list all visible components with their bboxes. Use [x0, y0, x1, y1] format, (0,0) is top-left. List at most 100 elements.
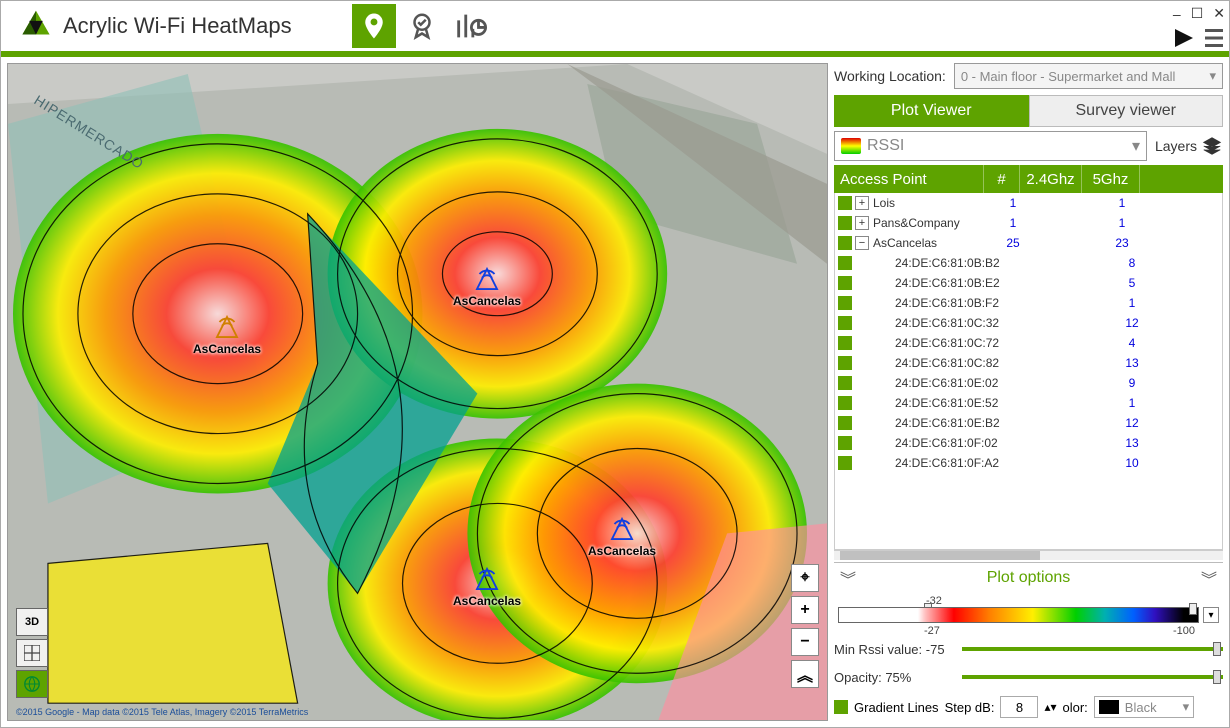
map-collapse-button[interactable]: ︽: [791, 660, 819, 688]
opacity-label: Opacity:: [834, 670, 882, 685]
ap-mac: 24:DE:C6:81:0E:52: [891, 396, 1041, 410]
ap-child-row[interactable]: 24:DE:C6:81:0C:82 13: [835, 353, 1222, 373]
ap-child-row[interactable]: 24:DE:C6:81:0F:02 13: [835, 433, 1222, 453]
map-credits: ©2015 Google - Map data ©2015 Tele Atlas…: [16, 707, 308, 717]
step-db-label: Step dB:: [945, 700, 995, 715]
ap-checkbox[interactable]: [838, 296, 852, 310]
ap-child-row[interactable]: 24:DE:C6:81:0B:B2 8: [835, 253, 1222, 273]
plot-type-select[interactable]: RSSI ▾: [834, 131, 1147, 161]
ap-child-row[interactable]: 24:DE:C6:81:0F:A2 10: [835, 453, 1222, 473]
ap-count: 25: [995, 236, 1031, 250]
ap-checkbox[interactable]: [838, 436, 852, 450]
close-button[interactable]: ✕: [1213, 5, 1225, 22]
opacity-value: 75%: [885, 670, 911, 685]
gradient-lines-checkbox[interactable]: [834, 700, 848, 714]
ap-5ghz: 8: [1103, 256, 1161, 270]
ap-row[interactable]: − AsCancelas 25 23: [835, 233, 1222, 253]
tree-toggle[interactable]: +: [855, 216, 869, 230]
working-location-select[interactable]: 0 - Main floor - Supermarket and Mall▾: [954, 63, 1223, 89]
ap-child-row[interactable]: 24:DE:C6:81:0E:02 9: [835, 373, 1222, 393]
mode-badge-icon[interactable]: [400, 4, 444, 48]
layers-icon: [1201, 135, 1223, 157]
ap-mac: 24:DE:C6:81:0C:32: [891, 316, 1041, 330]
mode-chart-icon[interactable]: [448, 4, 492, 48]
chevron-down-icon: ▾: [1209, 68, 1216, 84]
step-db-input[interactable]: [1000, 696, 1038, 718]
ap-child-row[interactable]: 24:DE:C6:81:0B:F2 1: [835, 293, 1222, 313]
layers-button[interactable]: Layers: [1155, 135, 1223, 157]
gradient-menu-button[interactable]: ▾: [1203, 607, 1219, 623]
plot-options-collapse-right[interactable]: ︾: [1201, 566, 1217, 590]
map-zoom-out-button[interactable]: −: [791, 628, 819, 656]
ap-5ghz: 1: [1093, 196, 1151, 210]
min-rssi-label: Min Rssi value:: [834, 642, 922, 657]
line-color-select[interactable]: Black▾: [1094, 696, 1194, 718]
ap-checkbox[interactable]: [838, 196, 852, 210]
map-grid-button[interactable]: [16, 639, 48, 667]
titlebar: Acrylic Wi-Fi HeatMaps – ☐ ✕: [1, 1, 1229, 51]
ap-name: Lois: [869, 196, 995, 210]
ap-child-row[interactable]: 24:DE:C6:81:0C:32 12: [835, 313, 1222, 333]
plot-options-title: Plot options: [987, 569, 1071, 587]
ap-checkbox[interactable]: [838, 216, 852, 230]
ap-row[interactable]: + Pans&Company 1 1: [835, 213, 1222, 233]
ap-checkbox[interactable]: [838, 256, 852, 270]
map-canvas[interactable]: HIPERMERCADO AsCancelas AsCancelas AsCan…: [7, 63, 828, 721]
minimize-button[interactable]: –: [1173, 6, 1181, 22]
ap-child-row[interactable]: 24:DE:C6:81:0C:72 4: [835, 333, 1222, 353]
tree-toggle[interactable]: +: [855, 196, 869, 210]
min-rssi-value: -75: [926, 642, 945, 657]
ap-list-hscroll[interactable]: [834, 550, 1223, 560]
ap-mac: 24:DE:C6:81:0F:02: [891, 436, 1041, 450]
ap-list[interactable]: + Lois 1 1 + Pans&Company 1 1 − AsCancel…: [834, 193, 1223, 550]
color-label: olor:: [1062, 700, 1087, 715]
maximize-button[interactable]: ☐: [1191, 5, 1204, 22]
play-button[interactable]: [1175, 29, 1193, 47]
map-globe-button[interactable]: [16, 670, 48, 698]
ap-5ghz: 10: [1103, 456, 1161, 470]
menu-button[interactable]: [1205, 29, 1223, 47]
ap-checkbox[interactable]: [838, 376, 852, 390]
ap-child-row[interactable]: 24:DE:C6:81:0E:B2 12: [835, 413, 1222, 433]
ap-checkbox[interactable]: [838, 276, 852, 290]
gradient-thumb-right[interactable]: [1189, 603, 1197, 615]
ap-table-header: Access Point # 2.4Ghz 5Ghz: [834, 165, 1223, 193]
map-locate-button[interactable]: ⌖: [791, 564, 819, 592]
ap-5ghz: 12: [1103, 316, 1161, 330]
ap-checkbox[interactable]: [838, 456, 852, 470]
ap-5ghz: 12: [1103, 416, 1161, 430]
ap-5ghz: 13: [1103, 356, 1161, 370]
ap-child-row[interactable]: 24:DE:C6:81:0E:52 1: [835, 393, 1222, 413]
ap-checkbox[interactable]: [838, 316, 852, 330]
working-location-label: Working Location:: [834, 68, 946, 84]
ap-count: 1: [995, 216, 1031, 230]
ap-checkbox[interactable]: [838, 336, 852, 350]
tree-toggle[interactable]: −: [855, 236, 869, 250]
ap-checkbox[interactable]: [838, 416, 852, 430]
ap-child-row[interactable]: 24:DE:C6:81:0B:E2 5: [835, 273, 1222, 293]
ap-mac: 24:DE:C6:81:0C:72: [891, 336, 1041, 350]
ap-checkbox[interactable]: [838, 396, 852, 410]
tab-plot-viewer[interactable]: Plot Viewer: [834, 95, 1029, 127]
gradient-lines-label: Gradient Lines: [854, 700, 939, 715]
ap-checkbox[interactable]: [838, 236, 852, 250]
tab-survey-viewer[interactable]: Survey viewer: [1029, 95, 1224, 127]
gradient-scale[interactable]: -32 -27 -100 ▾: [834, 593, 1223, 633]
ap-mac: 24:DE:C6:81:0B:E2: [891, 276, 1041, 290]
mode-location-icon[interactable]: [352, 4, 396, 48]
ap-5ghz: 1: [1103, 396, 1161, 410]
ap-mac: 24:DE:C6:81:0B:F2: [891, 296, 1041, 310]
opacity-slider[interactable]: [962, 675, 1223, 679]
ap-checkbox[interactable]: [838, 356, 852, 370]
ap-mac: 24:DE:C6:81:0E:B2: [891, 416, 1041, 430]
plot-options-collapse-left[interactable]: ︾: [840, 566, 856, 590]
map-3d-button[interactable]: 3D: [16, 608, 48, 636]
ap-row[interactable]: + Lois 1 1: [835, 193, 1222, 213]
chevron-down-icon: ▾: [1132, 136, 1140, 156]
ap-mac: 24:DE:C6:81:0F:A2: [891, 456, 1041, 470]
rssi-icon: [841, 138, 861, 154]
ap-5ghz: 23: [1093, 236, 1151, 250]
min-rssi-slider[interactable]: [962, 647, 1223, 651]
map-zoom-in-button[interactable]: +: [791, 596, 819, 624]
ap-mac: 24:DE:C6:81:0C:82: [891, 356, 1041, 370]
